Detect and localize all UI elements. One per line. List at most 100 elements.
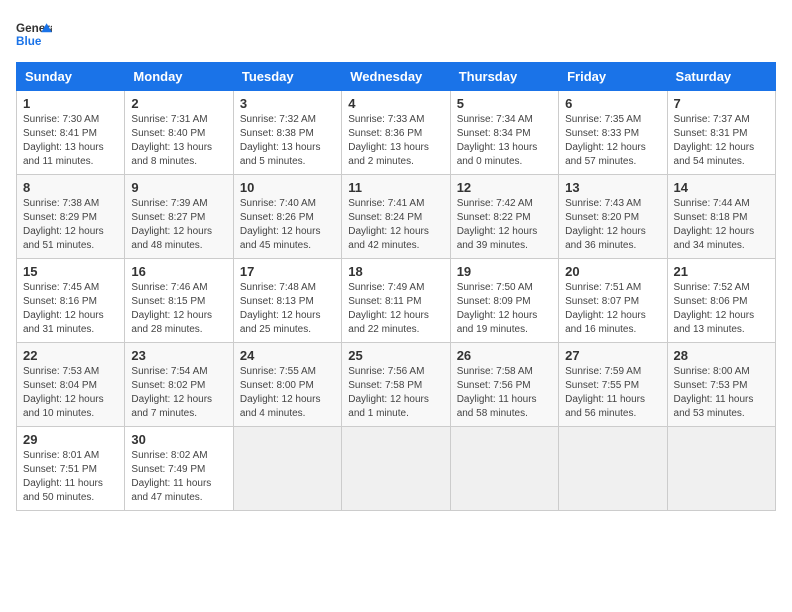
day-info: Sunrise: 7:30 AM Sunset: 8:41 PM Dayligh… [23,113,118,169]
calendar-day-cell: 7 Sunrise: 7:37 AM Sunset: 8:31 PM Dayli… [667,91,775,175]
calendar-day-cell: 23 Sunrise: 7:54 AM Sunset: 8:02 PM Dayl… [125,343,233,427]
calendar-day-cell: 19 Sunrise: 7:50 AM Sunset: 8:09 PM Dayl… [450,259,558,343]
calendar-header-row: SundayMondayTuesdayWednesdayThursdayFrid… [17,63,776,91]
calendar-weekday-header: Monday [125,63,233,91]
day-info: Sunrise: 7:51 AM Sunset: 8:07 PM Dayligh… [565,281,660,337]
day-number: 17 [240,264,335,279]
day-info: Sunrise: 7:48 AM Sunset: 8:13 PM Dayligh… [240,281,335,337]
calendar-day-cell [450,427,558,511]
day-info: Sunrise: 7:54 AM Sunset: 8:02 PM Dayligh… [131,365,226,421]
day-info: Sunrise: 7:53 AM Sunset: 8:04 PM Dayligh… [23,365,118,421]
day-number: 16 [131,264,226,279]
day-number: 13 [565,180,660,195]
calendar-day-cell: 12 Sunrise: 7:42 AM Sunset: 8:22 PM Dayl… [450,175,558,259]
calendar-day-cell: 18 Sunrise: 7:49 AM Sunset: 8:11 PM Dayl… [342,259,450,343]
calendar-week-row: 8 Sunrise: 7:38 AM Sunset: 8:29 PM Dayli… [17,175,776,259]
calendar-day-cell: 6 Sunrise: 7:35 AM Sunset: 8:33 PM Dayli… [559,91,667,175]
day-number: 5 [457,96,552,111]
day-number: 14 [674,180,769,195]
calendar-weekday-header: Friday [559,63,667,91]
calendar-day-cell: 21 Sunrise: 7:52 AM Sunset: 8:06 PM Dayl… [667,259,775,343]
calendar-day-cell: 24 Sunrise: 7:55 AM Sunset: 8:00 PM Dayl… [233,343,341,427]
calendar-day-cell: 11 Sunrise: 7:41 AM Sunset: 8:24 PM Dayl… [342,175,450,259]
day-number: 23 [131,348,226,363]
day-number: 27 [565,348,660,363]
day-info: Sunrise: 8:01 AM Sunset: 7:51 PM Dayligh… [23,449,118,505]
day-number: 9 [131,180,226,195]
day-info: Sunrise: 7:31 AM Sunset: 8:40 PM Dayligh… [131,113,226,169]
day-number: 2 [131,96,226,111]
calendar-weekday-header: Sunday [17,63,125,91]
calendar-day-cell: 4 Sunrise: 7:33 AM Sunset: 8:36 PM Dayli… [342,91,450,175]
calendar-day-cell: 26 Sunrise: 7:58 AM Sunset: 7:56 PM Dayl… [450,343,558,427]
calendar-day-cell: 20 Sunrise: 7:51 AM Sunset: 8:07 PM Dayl… [559,259,667,343]
day-info: Sunrise: 8:02 AM Sunset: 7:49 PM Dayligh… [131,449,226,505]
calendar-day-cell: 30 Sunrise: 8:02 AM Sunset: 7:49 PM Dayl… [125,427,233,511]
day-info: Sunrise: 7:41 AM Sunset: 8:24 PM Dayligh… [348,197,443,253]
calendar-day-cell: 3 Sunrise: 7:32 AM Sunset: 8:38 PM Dayli… [233,91,341,175]
day-info: Sunrise: 7:37 AM Sunset: 8:31 PM Dayligh… [674,113,769,169]
svg-text:Blue: Blue [16,35,42,48]
calendar-weekday-header: Saturday [667,63,775,91]
day-number: 20 [565,264,660,279]
calendar-day-cell: 2 Sunrise: 7:31 AM Sunset: 8:40 PM Dayli… [125,91,233,175]
calendar-day-cell: 22 Sunrise: 7:53 AM Sunset: 8:04 PM Dayl… [17,343,125,427]
day-number: 10 [240,180,335,195]
day-number: 18 [348,264,443,279]
day-info: Sunrise: 7:38 AM Sunset: 8:29 PM Dayligh… [23,197,118,253]
day-info: Sunrise: 7:35 AM Sunset: 8:33 PM Dayligh… [565,113,660,169]
calendar-day-cell: 14 Sunrise: 7:44 AM Sunset: 8:18 PM Dayl… [667,175,775,259]
calendar-day-cell: 13 Sunrise: 7:43 AM Sunset: 8:20 PM Dayl… [559,175,667,259]
calendar-week-row: 29 Sunrise: 8:01 AM Sunset: 7:51 PM Dayl… [17,427,776,511]
day-number: 21 [674,264,769,279]
logo: General Blue [16,16,52,52]
day-info: Sunrise: 8:00 AM Sunset: 7:53 PM Dayligh… [674,365,769,421]
calendar-table: SundayMondayTuesdayWednesdayThursdayFrid… [16,62,776,511]
calendar-day-cell: 16 Sunrise: 7:46 AM Sunset: 8:15 PM Dayl… [125,259,233,343]
day-number: 12 [457,180,552,195]
day-number: 15 [23,264,118,279]
day-number: 22 [23,348,118,363]
day-number: 25 [348,348,443,363]
day-number: 4 [348,96,443,111]
day-info: Sunrise: 7:49 AM Sunset: 8:11 PM Dayligh… [348,281,443,337]
calendar-day-cell: 5 Sunrise: 7:34 AM Sunset: 8:34 PM Dayli… [450,91,558,175]
day-info: Sunrise: 7:32 AM Sunset: 8:38 PM Dayligh… [240,113,335,169]
calendar-day-cell: 15 Sunrise: 7:45 AM Sunset: 8:16 PM Dayl… [17,259,125,343]
day-info: Sunrise: 7:45 AM Sunset: 8:16 PM Dayligh… [23,281,118,337]
calendar-day-cell [233,427,341,511]
calendar-day-cell: 9 Sunrise: 7:39 AM Sunset: 8:27 PM Dayli… [125,175,233,259]
day-number: 24 [240,348,335,363]
day-number: 3 [240,96,335,111]
day-number: 7 [674,96,769,111]
day-info: Sunrise: 7:46 AM Sunset: 8:15 PM Dayligh… [131,281,226,337]
calendar-day-cell: 1 Sunrise: 7:30 AM Sunset: 8:41 PM Dayli… [17,91,125,175]
calendar-day-cell: 8 Sunrise: 7:38 AM Sunset: 8:29 PM Dayli… [17,175,125,259]
calendar-week-row: 1 Sunrise: 7:30 AM Sunset: 8:41 PM Dayli… [17,91,776,175]
calendar-day-cell: 10 Sunrise: 7:40 AM Sunset: 8:26 PM Dayl… [233,175,341,259]
logo-icon: General Blue [16,16,52,52]
calendar-day-cell [559,427,667,511]
day-number: 19 [457,264,552,279]
calendar-day-cell: 28 Sunrise: 8:00 AM Sunset: 7:53 PM Dayl… [667,343,775,427]
calendar-day-cell [667,427,775,511]
day-info: Sunrise: 7:34 AM Sunset: 8:34 PM Dayligh… [457,113,552,169]
calendar-body: 1 Sunrise: 7:30 AM Sunset: 8:41 PM Dayli… [17,91,776,511]
day-number: 28 [674,348,769,363]
day-number: 1 [23,96,118,111]
day-number: 8 [23,180,118,195]
calendar-day-cell: 25 Sunrise: 7:56 AM Sunset: 7:58 PM Dayl… [342,343,450,427]
calendar-day-cell [342,427,450,511]
calendar-day-cell: 17 Sunrise: 7:48 AM Sunset: 8:13 PM Dayl… [233,259,341,343]
day-info: Sunrise: 7:55 AM Sunset: 8:00 PM Dayligh… [240,365,335,421]
calendar-weekday-header: Tuesday [233,63,341,91]
day-number: 11 [348,180,443,195]
day-info: Sunrise: 7:58 AM Sunset: 7:56 PM Dayligh… [457,365,552,421]
day-info: Sunrise: 7:43 AM Sunset: 8:20 PM Dayligh… [565,197,660,253]
day-number: 6 [565,96,660,111]
day-number: 29 [23,432,118,447]
day-info: Sunrise: 7:59 AM Sunset: 7:55 PM Dayligh… [565,365,660,421]
day-info: Sunrise: 7:40 AM Sunset: 8:26 PM Dayligh… [240,197,335,253]
day-info: Sunrise: 7:42 AM Sunset: 8:22 PM Dayligh… [457,197,552,253]
day-info: Sunrise: 7:39 AM Sunset: 8:27 PM Dayligh… [131,197,226,253]
